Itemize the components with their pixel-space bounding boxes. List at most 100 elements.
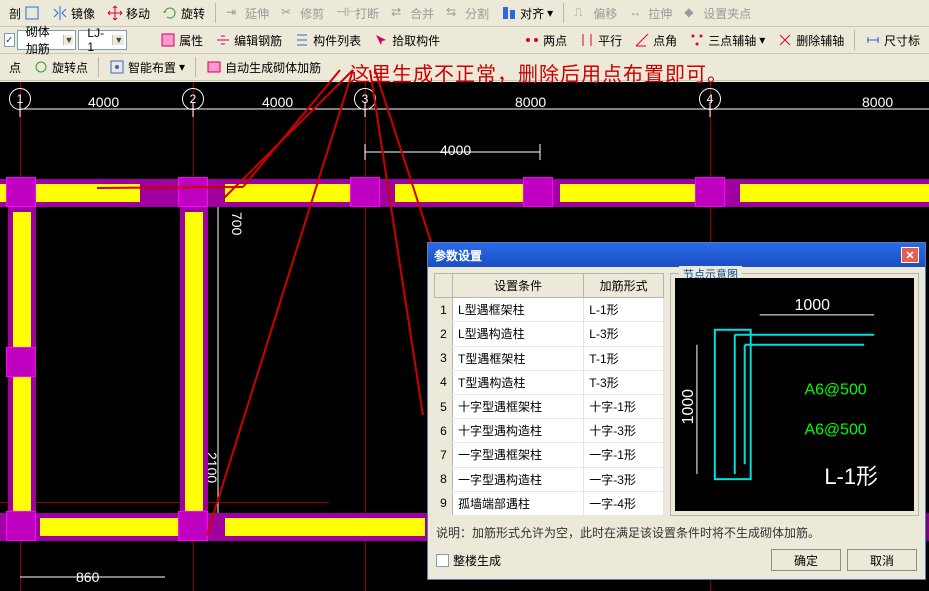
tool-origin[interactable]: 点 [4, 56, 26, 79]
deleteaux-label: 删除辅轴 [796, 32, 844, 49]
list-icon [294, 32, 310, 48]
dialog-description: 说明：加筋形式允许为空，此时在满足该设置条件时将不生成砌体加筋。 [436, 524, 917, 541]
param-table[interactable]: 设置条件加筋形式 1L型遇框架柱L-1形 2L型遇构造柱L-3形 3T型遇框架柱… [434, 273, 664, 516]
svg-text:1000: 1000 [795, 297, 831, 314]
tool-editrebar[interactable]: 编辑钢筋 [210, 29, 287, 52]
tool-cut[interactable]: 剖 [4, 2, 45, 25]
separator [98, 57, 99, 77]
tool-stretch: ↔拉伸 [624, 2, 677, 25]
member-name-value: LJ-1 [81, 26, 112, 54]
align-icon [501, 5, 517, 21]
deleteaux-icon [777, 32, 793, 48]
tool-pointangle[interactable]: 点角 [629, 29, 682, 52]
extend-icon: ⇥ [226, 5, 242, 21]
axis-bubble: 2 [182, 88, 204, 110]
table-row[interactable]: 8一字型遇构造柱一字-3形 [435, 467, 664, 491]
tool-setclip: ◆设置夹点 [679, 2, 756, 25]
tool-threeaux[interactable]: 三点辅轴 ▾ [684, 29, 770, 52]
type-checkbox[interactable]: ✓ [4, 33, 15, 47]
origin-label: 点 [9, 59, 21, 76]
member-name-dropdown[interactable]: LJ-1▼ [78, 30, 127, 50]
tool-extend: ⇥延伸 [221, 2, 274, 25]
tool-parallel[interactable]: 平行 [574, 29, 627, 52]
member-type-dropdown[interactable]: 砌体加筋▼ [17, 30, 77, 50]
table-row[interactable]: 6十字型遇构造柱十字-3形 [435, 419, 664, 443]
parallel-label: 平行 [598, 32, 622, 49]
th-form: 加筋形式 [584, 274, 664, 298]
tool-move[interactable]: 移动 [102, 2, 155, 25]
axis-bubble: 4 [699, 88, 721, 110]
tool-mirror[interactable]: 镜像 [47, 2, 100, 25]
svg-text:L-1形: L-1形 [824, 464, 878, 489]
axis-bubble: 1 [9, 88, 31, 110]
merge-label: 合并 [410, 5, 434, 22]
separator [215, 3, 216, 23]
table-row[interactable]: 1L型遇框架柱L-1形 [435, 298, 664, 322]
stretch-icon: ↔ [629, 5, 645, 21]
trim-label: 修剪 [300, 5, 324, 22]
tool-rotate[interactable]: 旋转 [157, 2, 210, 25]
rotatept-label: 旋转点 [52, 59, 88, 76]
dimension-text: 860 [76, 569, 99, 585]
wholefloor-checkbox[interactable]: 整楼生成 [436, 552, 501, 569]
tool-merge: ⇄合并 [386, 2, 439, 25]
tool-memberlist[interactable]: 构件列表 [289, 29, 366, 52]
chevron-down-icon: ▼ [63, 35, 73, 45]
threeaux-icon [689, 32, 705, 48]
parallel-icon [579, 32, 595, 48]
wholefloor-label: 整楼生成 [453, 552, 501, 569]
dialog-titlebar[interactable]: 参数设置 ✕ [428, 243, 925, 267]
tool-pick[interactable]: 拾取构件 [368, 29, 445, 52]
editrebar-icon [215, 32, 231, 48]
autogen-label: 自动生成砌体加筋 [225, 59, 321, 76]
close-button[interactable]: ✕ [901, 247, 919, 263]
annotation-text: 这里生成不正常，删除后用点布置即可。 [350, 58, 728, 87]
offset-label: 偏移 [593, 5, 617, 22]
tool-attr[interactable]: 属性 [155, 29, 208, 52]
setclip-icon: ◆ [684, 5, 700, 21]
pick-label: 拾取构件 [392, 32, 440, 49]
svg-text:A6@500: A6@500 [804, 421, 866, 438]
dimension-text: 4000 [88, 94, 119, 110]
svg-text:1000: 1000 [680, 389, 697, 425]
mirror-icon [52, 5, 68, 21]
tool-dimmark[interactable]: 尺寸标 [860, 29, 925, 52]
tool-twopt[interactable]: 两点 [519, 29, 572, 52]
pick-icon [373, 32, 389, 48]
rotatept-icon [33, 59, 49, 75]
tool-autogen[interactable]: 自动生成砌体加筋 [201, 56, 326, 79]
separator [195, 57, 196, 77]
axis-bubble: 3 [354, 88, 376, 110]
tool-offset: ⎍偏移 [569, 2, 622, 25]
table-row[interactable]: 7一字型遇框架柱一字-1形 [435, 443, 664, 467]
separator [563, 3, 564, 23]
table-row[interactable]: 3T型遇框架柱T-1形 [435, 346, 664, 370]
ok-button[interactable]: 确定 [771, 549, 841, 571]
table-row[interactable]: 4T型遇构造柱T-3形 [435, 370, 664, 394]
tool-align[interactable]: 对齐 ▾ [496, 2, 558, 25]
tool-rotatept[interactable]: 旋转点 [28, 56, 93, 79]
trim-icon: ✂ [281, 5, 297, 21]
twopt-icon [524, 32, 540, 48]
move-label: 移动 [126, 5, 150, 22]
tool-break: ⊣⊢打断 [331, 2, 384, 25]
threeaux-label: 三点辅轴 [708, 32, 756, 49]
chevron-down-icon: ▼ [112, 35, 124, 45]
dimension-text: 4000 [262, 94, 293, 110]
tool-smart[interactable]: 智能布置 ▾ [104, 56, 190, 79]
svg-text:A6@500: A6@500 [804, 382, 866, 399]
autogen-icon [206, 59, 222, 75]
setclip-label: 设置夹点 [703, 5, 751, 22]
table-row[interactable]: 9孤墙端部遇柱一字-4形 [435, 491, 664, 515]
cancel-button[interactable]: 取消 [847, 549, 917, 571]
smart-icon [109, 59, 125, 75]
table-row[interactable]: 5十字型遇框架柱十字-1形 [435, 394, 664, 418]
th-condition: 设置条件 [453, 274, 584, 298]
table-row[interactable]: 2L型遇构造柱L-3形 [435, 322, 664, 346]
tool-deleteaux[interactable]: 删除辅轴 [772, 29, 849, 52]
rotate-icon [162, 5, 178, 21]
separator [854, 30, 855, 50]
stretch-label: 拉伸 [648, 5, 672, 22]
preview-canvas: 1000 1000 A6@500 A6@500 L-1形 [675, 278, 914, 511]
preview-group: 节点示意图 1000 1000 A6@500 A6@500 [670, 273, 919, 516]
